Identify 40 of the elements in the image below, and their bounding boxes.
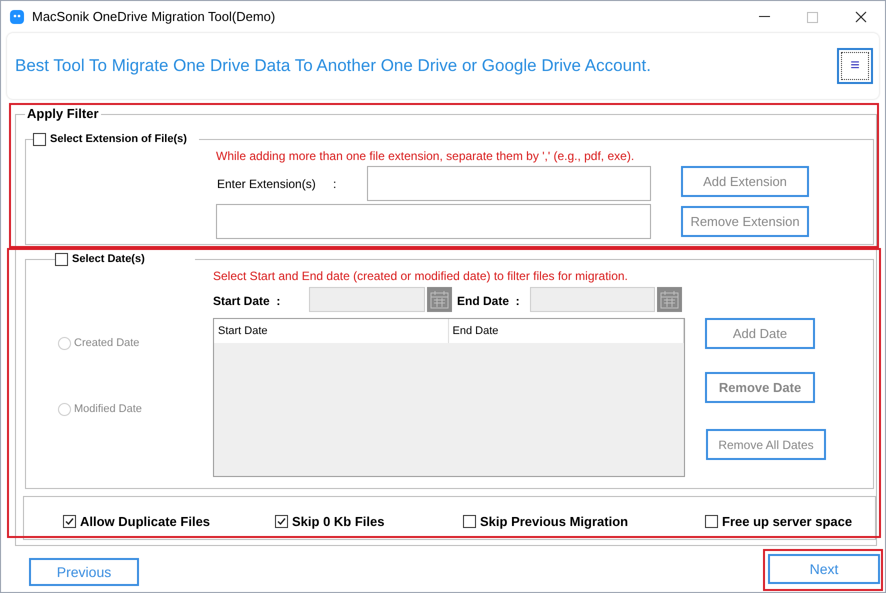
checkbox-label: Allow Duplicate Files (80, 513, 210, 531)
radio-button[interactable] (58, 336, 71, 350)
radio-label: Modified Date (74, 402, 142, 417)
checkbox-label: Select Date(s) (72, 252, 145, 267)
field-label: End Date : (457, 293, 520, 310)
date-field[interactable] (530, 287, 655, 312)
previous-button[interactable]: Previous (29, 558, 139, 586)
hint-text: While adding more than one file extension, separate them by ',' (e.g., pdf, exe). (216, 148, 634, 165)
window-title: MacSonik OneDrive Migration Tool(Demo) (32, 8, 276, 26)
colon: : (333, 176, 336, 193)
checkbox[interactable] (463, 515, 476, 528)
minimize-icon[interactable] (759, 16, 770, 18)
next-button[interactable]: Next (768, 554, 880, 584)
checkbox-label: Select Extension of File(s) (50, 132, 187, 147)
calendar-icon[interactable] (657, 287, 682, 312)
checkbox-label: Skip 0 Kb Files (292, 513, 384, 531)
app-icon (10, 10, 24, 24)
checkbox-label: Free up server space (722, 513, 852, 531)
close-icon[interactable] (855, 11, 867, 23)
radio-label: Created Date (74, 336, 140, 351)
column-header: End Date (448, 319, 684, 343)
headline: Best Tool To Migrate One Drive Data To Another One Drive or Google Drive Account. (15, 55, 651, 78)
calendar-icon[interactable] (427, 287, 452, 312)
text-area[interactable] (216, 204, 651, 239)
input-field[interactable] (367, 166, 651, 201)
maximize-icon[interactable] (807, 12, 818, 22)
field-label: Start Date : (213, 293, 280, 310)
checkbox[interactable] (705, 515, 718, 528)
field-label: Enter Extension(s) (217, 176, 316, 193)
section-title: Apply Filter (25, 107, 101, 120)
checkbox[interactable] (63, 515, 76, 528)
menu-button[interactable]: ≡ (837, 48, 873, 84)
radio-button[interactable] (58, 402, 71, 416)
hint-text: Select Start and End date (created or modified date) to filter files for migration. (213, 268, 628, 285)
checkbox[interactable] (33, 132, 46, 146)
checkbox[interactable] (55, 252, 68, 266)
column-header: Start Date (214, 319, 448, 343)
checkbox[interactable] (275, 515, 288, 528)
date-field[interactable] (309, 287, 425, 312)
checkbox-label: Skip Previous Migration (480, 513, 628, 531)
